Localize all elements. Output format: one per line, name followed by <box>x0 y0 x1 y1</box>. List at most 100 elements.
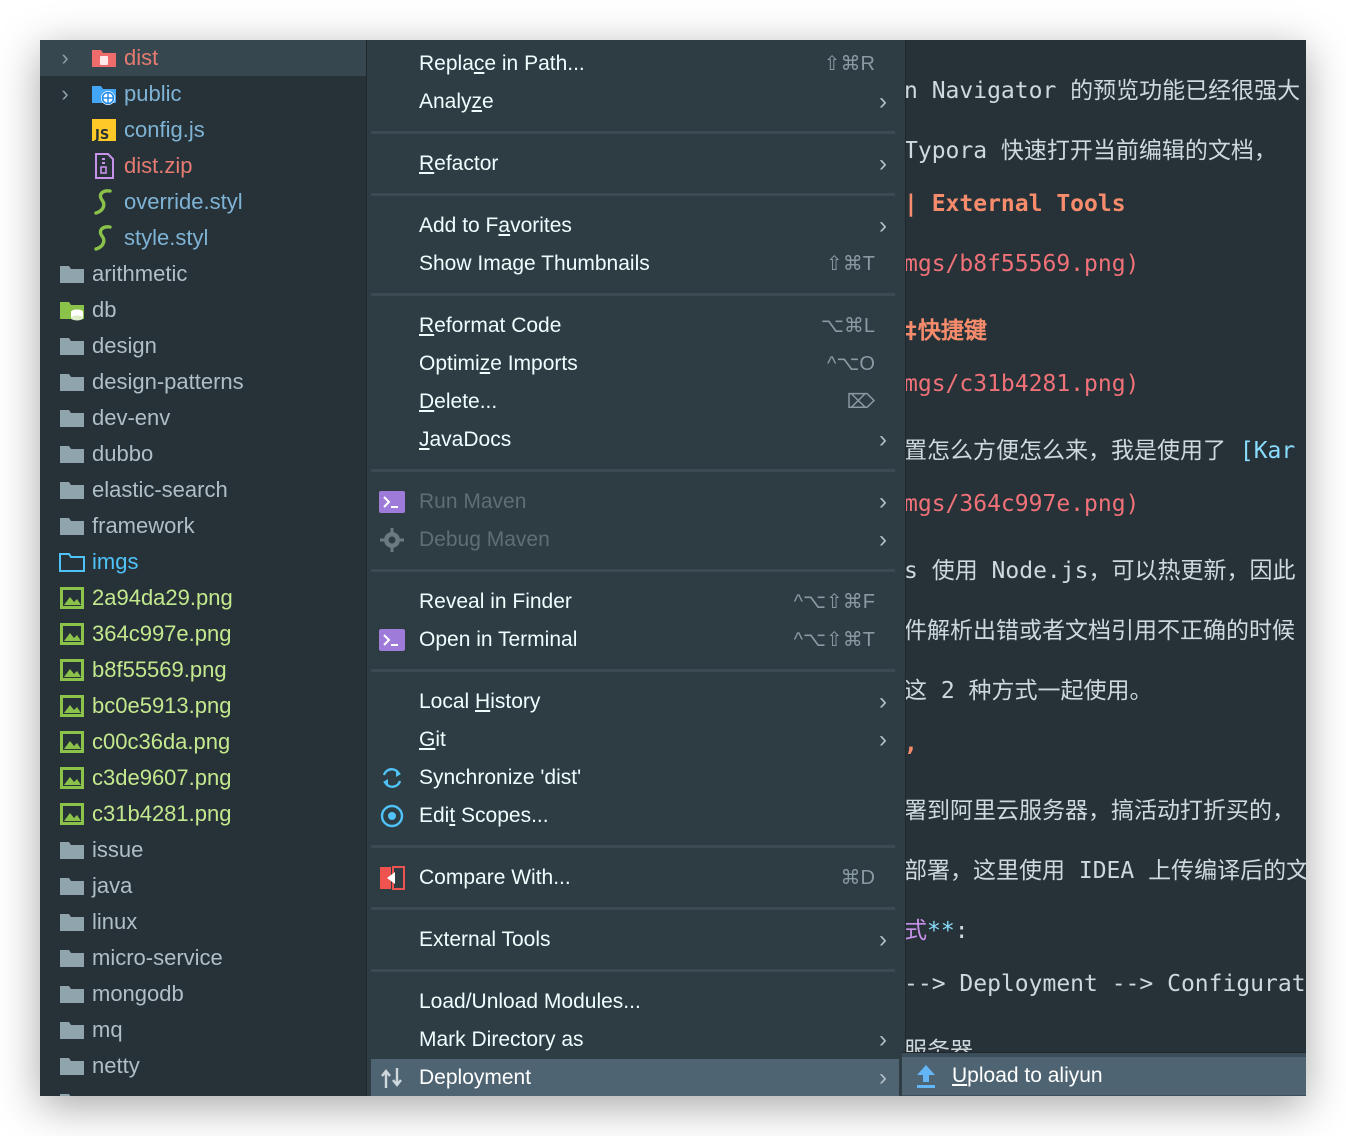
tree-item[interactable]: dev-env <box>40 400 366 436</box>
deployment-submenu: Upload to aliyun <box>902 1052 1306 1096</box>
tree-item[interactable]: b8f55569.png <box>40 652 366 688</box>
editor-text: 部署，这里使用 IDEA 上传编译后的文 <box>904 858 1306 884</box>
tree-item-label: dubbo <box>92 441 154 466</box>
tree-item-label: dist <box>124 45 159 70</box>
tree-item[interactable]: db <box>40 292 366 328</box>
chevron-right-icon: › <box>879 1026 887 1053</box>
tree-item-label: style.styl <box>124 225 209 250</box>
editor-text: --> Deployment --> Configurat <box>904 971 1306 997</box>
tree-item[interactable]: micro-service <box>40 940 366 976</box>
tree-item[interactable]: 2a94da29.png <box>40 580 366 616</box>
tree-item[interactable]: JS config.js <box>40 112 366 148</box>
tree-item[interactable]: › public <box>40 76 366 112</box>
tree-item[interactable]: elastic-search <box>40 472 366 508</box>
folder-icon <box>58 332 86 360</box>
tree-item-label: issue <box>92 837 144 862</box>
menu-item-deployment[interactable]: Deployment › <box>371 1059 899 1096</box>
menu-item-add-to-favorites[interactable]: Add to Favorites › <box>371 207 899 245</box>
menu-item-show-image-thumbnails[interactable]: Show Image Thumbnails ⇧⌘T <box>371 245 899 283</box>
tree-item[interactable]: bc0e5913.png <box>40 688 366 724</box>
tree-item-label: elastic-search <box>92 477 228 502</box>
tree-item[interactable]: java <box>40 868 366 904</box>
menu-item-refactor[interactable]: Refactor › <box>371 145 899 183</box>
tree-item-label: dist.zip <box>124 153 193 178</box>
menu-item-label: Delete... <box>419 390 498 413</box>
tree-item[interactable]: c31b4281.png <box>40 796 366 832</box>
tree-item[interactable]: mq <box>40 1012 366 1048</box>
chevron-right-icon: › <box>879 150 887 177</box>
chevron-right-icon: › <box>879 488 887 515</box>
menu-item-label: Reformat Code <box>419 314 562 337</box>
menu-item-javadocs[interactable]: JavaDocs › <box>371 421 899 459</box>
editor-text: 置怎么方便怎么来，我是使用了 <box>904 438 1240 464</box>
menu-item-open-in-terminal[interactable]: Open in Terminal ^⌥⇧⌘T <box>371 621 899 659</box>
menu-item-reformat-code[interactable]: Reformat Code ⌥⌘L <box>371 307 899 345</box>
tree-item[interactable]: arithmetic <box>40 256 366 292</box>
editor-line: | External Tools <box>904 191 1126 217</box>
tree-item-label: 2a94da29.png <box>92 585 233 610</box>
tree-item[interactable]: dubbo <box>40 436 366 472</box>
menu-item-optimize-imports[interactable]: Optimize Imports ^⌥O <box>371 345 899 383</box>
markdown-editor[interactable]: n Navigator 的预览功能已经很强大 Typora 快速打开当前编辑的文… <box>904 40 1306 1096</box>
menu-item-label: Replace in Path... <box>419 52 585 75</box>
tree-item[interactable]: netty <box>40 1048 366 1084</box>
deployment-icon <box>379 1066 405 1090</box>
menu-item-mark-directory-as[interactable]: Mark Directory as › <box>371 1021 899 1059</box>
tree-item-label: netty <box>92 1053 140 1078</box>
image-file-icon <box>58 728 86 756</box>
menu-item-shortcut: ^⌥⇧⌘F <box>793 591 875 613</box>
editor-text: ‚ <box>904 731 918 757</box>
folder-icon <box>90 80 118 108</box>
chevron-right-icon[interactable]: › <box>56 40 74 76</box>
chevron-right-icon[interactable]: › <box>56 76 74 112</box>
menu-item-external-tools[interactable]: External Tools › <box>371 921 899 959</box>
chevron-right-icon: › <box>879 88 887 115</box>
tree-item[interactable]: framework <box>40 508 366 544</box>
zip-file-icon <box>90 152 118 180</box>
tree-item[interactable]: mongodb <box>40 976 366 1012</box>
editor-line: ‡快捷键 <box>904 311 987 345</box>
menu-item-delete[interactable]: Delete... ⌦ <box>371 383 899 421</box>
folder-icon <box>58 260 86 288</box>
menu-item-replace-in-path[interactable]: Replace in Path... ⇧⌘R <box>371 45 899 83</box>
tree-item[interactable]: design-patterns <box>40 364 366 400</box>
tree-item[interactable]: issue <box>40 832 366 868</box>
tree-item[interactable]: style.styl <box>40 220 366 256</box>
menu-item-load-unload-modules[interactable]: Load/Unload Modules... <box>371 983 899 1021</box>
tree-item-label: c00c36da.png <box>92 729 231 754</box>
menu-item-debug-maven: Debug Maven › <box>371 521 899 559</box>
menu-item-shortcut: ⌥⌘L <box>820 315 875 337</box>
menu-item-git[interactable]: Git › <box>371 721 899 759</box>
menu-item-shortcut: ⇧⌘R <box>823 53 875 75</box>
tree-item[interactable]: c00c36da.png <box>40 724 366 760</box>
sync-icon <box>379 766 405 790</box>
tree-item[interactable]: override.styl <box>40 184 366 220</box>
tree-item-label: framework <box>92 513 195 538</box>
menu-item-shortcut: ⇧⌘T <box>826 253 875 275</box>
chevron-right-icon: › <box>879 212 887 239</box>
menu-item-compare-with[interactable]: Compare With... ⌘D <box>371 859 899 897</box>
menu-item-reveal-in-finder[interactable]: Reveal in Finder ^⌥⇧⌘F <box>371 583 899 621</box>
folder-icon <box>58 872 86 900</box>
menu-item-analyze[interactable]: Analyze › <box>371 83 899 121</box>
menu-item-edit-scopes[interactable]: Edit Scopes... <box>371 797 899 835</box>
tree-item[interactable]: c3de9607.png <box>40 760 366 796</box>
tree-item-label: design <box>92 333 157 358</box>
menu-item-label: Show Image Thumbnails <box>419 252 650 275</box>
folder-icon <box>58 404 86 432</box>
tree-item[interactable]: design <box>40 328 366 364</box>
menu-item-synchronize-dist[interactable]: Synchronize 'dist' <box>371 759 899 797</box>
editor-text: mgs/b8f55569.png) <box>904 251 1140 277</box>
menu-item-local-history[interactable]: Local History › <box>371 683 899 721</box>
tree-item-label: imgs <box>92 549 139 574</box>
tree-item[interactable]: dist.zip <box>40 148 366 184</box>
tree-item[interactable]: 364c997e.png <box>40 616 366 652</box>
upload-to-aliyun-item[interactable]: Upload to aliyun <box>902 1057 1306 1095</box>
tree-item[interactable]: linux <box>40 904 366 940</box>
tree-item-label: c3de9607.png <box>92 765 232 790</box>
tree-item[interactable]: imgs <box>40 544 366 580</box>
tree-item[interactable]: › dist <box>40 40 366 76</box>
terminal-icon <box>379 628 405 652</box>
menu-item-shortcut: ⌦ <box>846 391 875 413</box>
menu-separator <box>371 469 895 472</box>
